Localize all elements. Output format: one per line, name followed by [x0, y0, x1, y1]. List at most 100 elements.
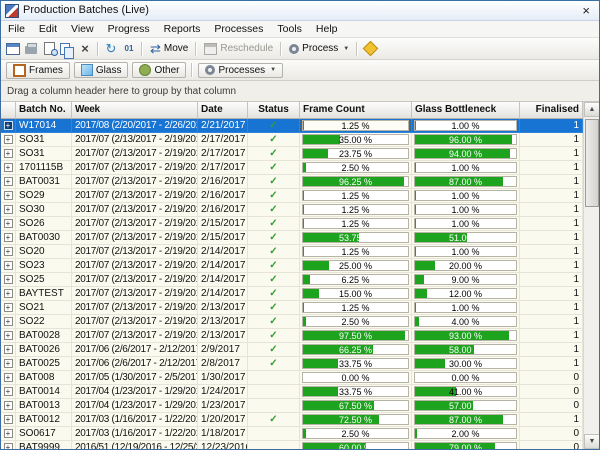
- reschedule-button[interactable]: Reschedule: [200, 42, 277, 56]
- row-expand-button[interactable]: +: [4, 261, 13, 270]
- grid-row[interactable]: + SO31 2017/07 (2/13/2017 - 2/19/2017) 2…: [1, 133, 583, 147]
- print-preview-icon[interactable]: [41, 41, 57, 57]
- date-cell: 2/21/2017: [198, 119, 248, 133]
- row-expand-button[interactable]: +: [4, 163, 13, 172]
- row-expand-button[interactable]: +: [4, 345, 13, 354]
- column-header-frame-count[interactable]: Frame Count: [300, 102, 412, 119]
- finalised-cell: 1: [520, 413, 583, 427]
- refresh-icon[interactable]: ↻: [103, 41, 119, 57]
- menu-help[interactable]: Help: [309, 21, 345, 37]
- column-header-status[interactable]: Status: [248, 102, 300, 119]
- grid-row[interactable]: + SO22 2017/07 (2/13/2017 - 2/19/2017) 2…: [1, 315, 583, 329]
- row-expand-button[interactable]: +: [4, 135, 13, 144]
- row-expand-button[interactable]: +: [4, 205, 13, 214]
- menu-progress[interactable]: Progress: [101, 21, 157, 37]
- delete-icon[interactable]: ×: [77, 41, 93, 57]
- row-expand-button[interactable]: +: [4, 359, 13, 368]
- row-expand-button[interactable]: +: [4, 331, 13, 340]
- row-expand-button[interactable]: +: [4, 177, 13, 186]
- frames-button[interactable]: Frames: [6, 62, 70, 79]
- tag-icon[interactable]: [362, 41, 378, 57]
- grid-row[interactable]: + W17014 2017/08 (2/20/2017 - 2/26/2017)…: [1, 119, 583, 133]
- processes-button[interactable]: Processes ▼: [198, 63, 283, 78]
- grid-row[interactable]: + BAT0012 2017/03 (1/16/2017 - 1/22/2017…: [1, 413, 583, 427]
- column-header-week[interactable]: Week: [72, 102, 198, 119]
- glass-bottleneck-progressbar: 79.00 %: [414, 442, 517, 449]
- grid-row[interactable]: + SO25 2017/07 (2/13/2017 - 2/19/2017) 2…: [1, 273, 583, 287]
- group-by-panel[interactable]: Drag a column header here to group by th…: [1, 81, 599, 102]
- grid-row[interactable]: + BAYTEST 2017/07 (2/13/2017 - 2/19/2017…: [1, 287, 583, 301]
- finalised-cell: 1: [520, 301, 583, 315]
- grid-row[interactable]: + SO29 2017/07 (2/13/2017 - 2/19/2017) 2…: [1, 189, 583, 203]
- move-button[interactable]: ⇄ Move: [146, 40, 192, 58]
- column-header-batch-no[interactable]: Batch No.: [16, 102, 72, 119]
- row-indicator: +: [1, 357, 16, 371]
- menu-processes[interactable]: Processes: [207, 21, 270, 37]
- grid-row[interactable]: + SO23 2017/07 (2/13/2017 - 2/19/2017) 2…: [1, 259, 583, 273]
- row-expand-button[interactable]: +: [4, 191, 13, 200]
- vertical-scrollbar[interactable]: ▲ ▼: [583, 102, 600, 449]
- grid-row[interactable]: + 1701115B 2017/07 (2/13/2017 - 2/19/201…: [1, 161, 583, 175]
- scrollbar-track[interactable]: [584, 117, 600, 434]
- renumber-icon[interactable]: 01: [121, 41, 137, 57]
- status-cell: ✓: [248, 189, 300, 203]
- grid-row[interactable]: + BAT0028 2017/07 (2/13/2017 - 2/19/2017…: [1, 329, 583, 343]
- scroll-up-icon[interactable]: ▲: [584, 102, 600, 117]
- row-expand-button[interactable]: +: [4, 443, 13, 449]
- menu-edit[interactable]: Edit: [32, 21, 64, 37]
- grid-row[interactable]: + SO0617 2017/03 (1/16/2017 - 1/22/2017)…: [1, 427, 583, 441]
- column-header-glass-bottleneck[interactable]: Glass Bottleneck: [412, 102, 520, 119]
- grid-row[interactable]: + BAT0013 2017/04 (1/23/2017 - 1/29/2017…: [1, 399, 583, 413]
- grid-row[interactable]: + SO21 2017/07 (2/13/2017 - 2/19/2017) 2…: [1, 301, 583, 315]
- frame-count-cell: 6.25 %: [300, 273, 412, 287]
- row-expand-button[interactable]: +: [4, 401, 13, 410]
- glass-button[interactable]: Glass: [74, 62, 129, 78]
- process-dropdown-icon[interactable]: ▼: [343, 46, 349, 52]
- row-expand-button[interactable]: +: [4, 387, 13, 396]
- menu-file[interactable]: File: [1, 21, 32, 37]
- grid-row[interactable]: + BAT008 2017/05 (1/30/2017 - 2/5/2017) …: [1, 371, 583, 385]
- row-indicator: +: [1, 217, 16, 231]
- other-button[interactable]: Other: [132, 62, 186, 78]
- finalised-cell: 1: [520, 119, 583, 133]
- new-batch-grid-icon[interactable]: [5, 41, 21, 57]
- menu-view[interactable]: View: [64, 21, 101, 37]
- menu-reports[interactable]: Reports: [157, 21, 208, 37]
- row-expand-button[interactable]: +: [4, 373, 13, 382]
- row-expand-button[interactable]: +: [4, 121, 13, 130]
- row-expand-button[interactable]: +: [4, 415, 13, 424]
- menu-tools[interactable]: Tools: [270, 21, 309, 37]
- process-button[interactable]: Process ▼: [285, 42, 353, 55]
- grid-row[interactable]: + BAT0026 2017/06 (2/6/2017 - 2/12/2017)…: [1, 343, 583, 357]
- copy-icon[interactable]: [59, 41, 75, 57]
- glass-bottleneck-progressbar: 1.00 %: [414, 218, 517, 229]
- grid-row[interactable]: + SO31 2017/07 (2/13/2017 - 2/19/2017) 2…: [1, 147, 583, 161]
- column-header-date[interactable]: Date: [198, 102, 248, 119]
- row-indicator: +: [1, 161, 16, 175]
- row-expand-button[interactable]: +: [4, 219, 13, 228]
- row-expand-button[interactable]: +: [4, 317, 13, 326]
- grid-row[interactable]: + BAT0014 2017/04 (1/23/2017 - 1/29/2017…: [1, 385, 583, 399]
- grid-row[interactable]: + BAT9999 2016/51 (12/19/2016 - 12/25/20…: [1, 441, 583, 449]
- row-expand-button[interactable]: +: [4, 303, 13, 312]
- finalised-cell: 1: [520, 273, 583, 287]
- row-expand-button[interactable]: +: [4, 275, 13, 284]
- grid-row[interactable]: + SO20 2017/07 (2/13/2017 - 2/19/2017) 2…: [1, 245, 583, 259]
- row-expand-button[interactable]: +: [4, 149, 13, 158]
- row-expand-button[interactable]: +: [4, 429, 13, 438]
- row-expand-button[interactable]: +: [4, 289, 13, 298]
- scrollbar-thumb[interactable]: [585, 119, 599, 207]
- close-button[interactable]: ×: [577, 4, 595, 17]
- print-icon[interactable]: [23, 41, 39, 57]
- grid-row[interactable]: + BAT0025 2017/06 (2/6/2017 - 2/12/2017)…: [1, 357, 583, 371]
- row-expand-button[interactable]: +: [4, 247, 13, 256]
- scroll-down-icon[interactable]: ▼: [584, 434, 600, 449]
- grid-row[interactable]: + SO26 2017/07 (2/13/2017 - 2/19/2017) 2…: [1, 217, 583, 231]
- grid-row[interactable]: + SO30 2017/07 (2/13/2017 - 2/19/2017) 2…: [1, 203, 583, 217]
- grid-row[interactable]: + BAT0030 2017/07 (2/13/2017 - 2/19/2017…: [1, 231, 583, 245]
- column-header-finalised[interactable]: Finalised: [520, 102, 583, 119]
- glass-bottleneck-progressbar: 93.00 %: [414, 330, 517, 341]
- grid-row[interactable]: + BAT0031 2017/07 (2/13/2017 - 2/19/2017…: [1, 175, 583, 189]
- finalised-cell: 1: [520, 217, 583, 231]
- row-expand-button[interactable]: +: [4, 233, 13, 242]
